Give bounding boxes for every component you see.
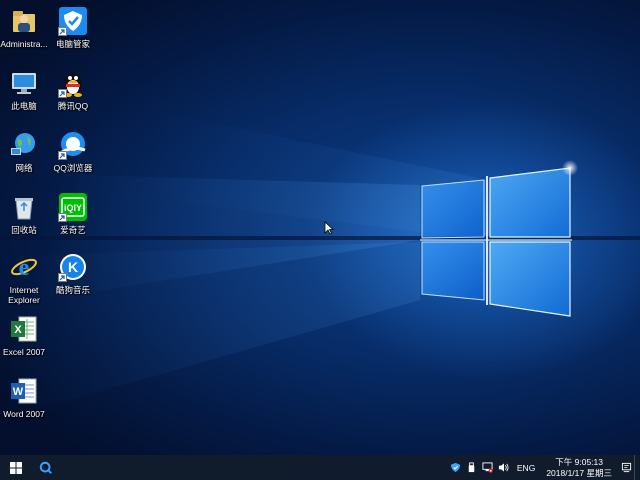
network-disconnected-icon	[482, 462, 494, 473]
search-circle-icon	[39, 461, 52, 474]
icon-label: 腾讯QQ	[57, 101, 89, 111]
desktop-icon-word-2007[interactable]: W Word 2007	[0, 376, 51, 419]
system-tray: ENG 下午 9:05:13 2018/1/17 星期三	[448, 455, 640, 480]
svg-text:e: e	[19, 255, 30, 281]
qq-browser-icon	[58, 130, 88, 160]
qq-penguin-icon	[58, 68, 88, 98]
tray-pc-manager[interactable]	[448, 455, 464, 480]
kugou-music-icon: K	[58, 252, 88, 282]
clock[interactable]: 下午 9:05:13 2018/1/17 星期三	[540, 457, 618, 479]
icon-label: Word 2007	[3, 409, 45, 419]
internet-explorer-icon: e	[9, 252, 39, 282]
speaker-icon	[499, 463, 509, 472]
start-button[interactable]	[0, 455, 32, 480]
desktop-icon-tencent-qq[interactable]: 腾讯QQ	[46, 68, 100, 111]
shortcut-arrow-icon	[58, 89, 67, 98]
svg-text:X: X	[14, 324, 22, 336]
icon-label: 爱奇艺	[60, 225, 86, 235]
desktop[interactable]: Administra... 此电脑 网络 回收站 e Internet Expl…	[0, 0, 640, 455]
desktop-icon-internet-explorer[interactable]: e Internet Explorer	[0, 252, 51, 305]
word-icon: W	[9, 376, 39, 406]
shortcut-arrow-icon	[58, 273, 67, 282]
icon-label: QQ浏览器	[53, 163, 93, 173]
iqiyi-icon: iQIY	[58, 192, 88, 222]
shortcut-arrow-icon	[58, 213, 67, 222]
shield-icon	[451, 462, 461, 473]
icon-label: 酷狗音乐	[55, 285, 90, 295]
search-button[interactable]	[32, 455, 60, 480]
svg-text:W: W	[13, 386, 24, 398]
computer-icon	[9, 68, 39, 98]
icon-label: Excel 2007	[2, 347, 46, 357]
icon-label: 电脑管家	[55, 39, 90, 49]
windows-logo-icon	[10, 461, 22, 474]
taskbar: ENG 下午 9:05:13 2018/1/17 星期三	[0, 455, 640, 480]
shortcut-arrow-icon	[58, 151, 67, 160]
svg-text:iQIY: iQIY	[64, 203, 82, 213]
recycle-bin-icon	[9, 192, 39, 222]
desktop-icon-pc-manager[interactable]: 电脑管家	[46, 6, 100, 49]
pc-manager-shield-icon	[58, 6, 88, 36]
usb-device-icon	[469, 462, 475, 473]
user-folder-icon	[9, 6, 39, 36]
input-language[interactable]: ENG	[512, 463, 540, 473]
clock-date: 2018/1/17 星期三	[546, 467, 612, 478]
tray-usb[interactable]	[464, 455, 480, 480]
mouse-pointer-icon	[324, 221, 334, 235]
clock-time: 下午 9:05:13	[555, 456, 604, 467]
tray-volume[interactable]	[496, 455, 512, 480]
desktop-icon-kugou-music[interactable]: K 酷狗音乐	[46, 252, 100, 295]
excel-icon: X	[9, 314, 39, 344]
svg-text:K: K	[68, 259, 78, 275]
shortcut-arrow-icon	[58, 27, 67, 36]
show-desktop-button[interactable]	[634, 455, 640, 480]
tray-network[interactable]	[480, 455, 496, 480]
network-globe-icon	[9, 130, 39, 160]
notification-icon	[621, 462, 631, 473]
desktop-icon-qq-browser[interactable]: QQ浏览器	[46, 130, 100, 173]
desktop-icon-iqiyi[interactable]: iQIY 爱奇艺	[46, 192, 100, 235]
action-center-button[interactable]	[618, 455, 634, 480]
desktop-icon-excel-2007[interactable]: X Excel 2007	[0, 314, 51, 357]
